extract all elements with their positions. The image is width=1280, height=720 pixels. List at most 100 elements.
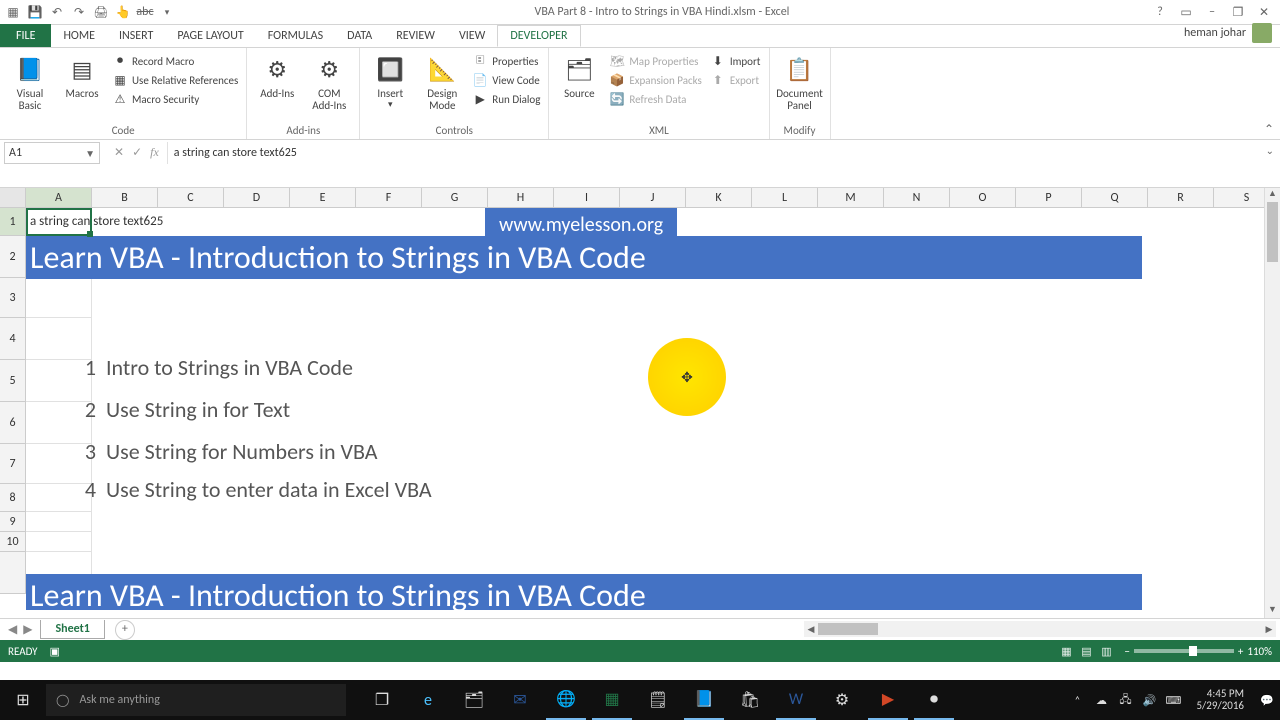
help-icon[interactable]: ? (1148, 3, 1172, 21)
col-header[interactable]: F (356, 188, 422, 208)
row-header[interactable]: 5 (0, 360, 26, 402)
onedrive-icon[interactable]: ☁ (1092, 694, 1110, 707)
addins-button[interactable]: ⚙Add-Ins (253, 50, 301, 112)
col-header[interactable]: N (884, 188, 950, 208)
col-header[interactable]: R (1148, 188, 1214, 208)
tab-review[interactable]: REVIEW (384, 25, 447, 47)
col-header[interactable]: D (224, 188, 290, 208)
col-header[interactable]: B (92, 188, 158, 208)
taskbar-search[interactable]: ◯ Ask me anything (46, 684, 346, 716)
source-button[interactable]: 🗂Source (555, 50, 603, 108)
row-header[interactable]: 8 (0, 484, 26, 512)
expansion-packs-button[interactable]: 📦Expansion Packs (607, 71, 703, 89)
view-buttons[interactable]: ▦▤▥ (1056, 645, 1116, 658)
qat-more-icon[interactable]: ▾ (158, 3, 176, 21)
tab-view[interactable]: VIEW (447, 25, 497, 47)
worksheet-grid[interactable]: A B C D E F G H I J K L M N O P Q R S 1a… (0, 188, 1280, 618)
excel-taskbar-icon[interactable]: ▦ (592, 680, 632, 720)
store-icon[interactable]: 🛍 (730, 680, 770, 720)
undo-icon[interactable]: ↶ (48, 3, 66, 21)
cancel-formula-icon[interactable]: ✕ (114, 145, 124, 160)
add-sheet-button[interactable]: + (115, 620, 135, 640)
tab-file[interactable]: FILE (0, 24, 51, 47)
import-button[interactable]: ⬇Import (708, 52, 763, 70)
macro-security-button[interactable]: ⚠Macro Security (110, 90, 240, 108)
name-box-dropdown-icon[interactable]: ▼ (85, 147, 95, 160)
account-button[interactable]: heman johar (1176, 19, 1280, 47)
scroll-right-icon[interactable]: ▶ (1262, 624, 1276, 635)
insert-button[interactable]: 🔲Insert▾ (366, 50, 414, 112)
formula-input[interactable]: a string can store text625 (167, 142, 1280, 164)
col-header[interactable]: Q (1082, 188, 1148, 208)
document-panel-button[interactable]: 📋Document Panel (776, 50, 824, 112)
notifications-icon[interactable]: 💬 (1258, 694, 1276, 707)
zoom-out-icon[interactable]: − (1124, 645, 1129, 658)
collapse-ribbon-icon[interactable]: ⌃ (1264, 122, 1274, 137)
refresh-data-button[interactable]: 🔄Refresh Data (607, 90, 703, 108)
col-header[interactable]: G (422, 188, 488, 208)
enter-formula-icon[interactable]: ✓ (132, 145, 142, 160)
name-box[interactable]: A1 ▼ (4, 142, 100, 164)
row-header[interactable]: 10 (0, 532, 26, 552)
row-header[interactable]: 3 (0, 278, 26, 318)
col-header[interactable]: H (488, 188, 554, 208)
zoom-slider[interactable] (1134, 649, 1234, 653)
col-header[interactable]: J (620, 188, 686, 208)
vbe-icon[interactable]: 📘 (684, 680, 724, 720)
row-header[interactable]: 6 (0, 402, 26, 444)
row-header[interactable]: 7 (0, 444, 26, 484)
view-code-button[interactable]: 📄View Code (470, 71, 542, 89)
scroll-left-icon[interactable]: ◀ (804, 624, 818, 635)
col-header[interactable]: L (752, 188, 818, 208)
camtasia-icon[interactable]: ⏺ (914, 680, 954, 720)
row-header[interactable]: 9 (0, 512, 26, 532)
save-icon[interactable]: 💾 (26, 3, 44, 21)
tab-home[interactable]: HOME (51, 25, 107, 47)
zoom-control[interactable]: − + 110% (1124, 645, 1272, 658)
tab-data[interactable]: DATA (335, 25, 384, 47)
sticky-icon[interactable]: 🗒 (638, 680, 678, 720)
macros-button[interactable]: ▤Macros (58, 50, 106, 112)
select-all-corner[interactable] (0, 188, 26, 208)
map-properties-button[interactable]: 🗺Map Properties (607, 52, 703, 70)
sheet-nav[interactable]: ◀▶ (0, 622, 40, 637)
col-header[interactable]: P (1016, 188, 1082, 208)
scroll-up-icon[interactable]: ▲ (1265, 188, 1280, 202)
row-header[interactable]: 4 (0, 318, 26, 360)
scroll-down-icon[interactable]: ▼ (1265, 604, 1280, 618)
visual-basic-button[interactable]: 📘Visual Basic (6, 50, 54, 112)
col-header[interactable]: A (26, 188, 92, 208)
col-header[interactable]: O (950, 188, 1016, 208)
word-icon[interactable]: W (776, 680, 816, 720)
col-header[interactable]: I (554, 188, 620, 208)
touch-icon[interactable]: 👆 (114, 3, 132, 21)
network-icon[interactable]: 🖧 (1116, 691, 1134, 710)
fx-icon[interactable]: fx (150, 145, 159, 160)
col-header[interactable]: K (686, 188, 752, 208)
redo-icon[interactable]: ↷ (70, 3, 88, 21)
row-header[interactable]: 1 (0, 208, 26, 236)
cell-a1[interactable]: a string can store text625 (26, 208, 92, 236)
taskview-icon[interactable]: ❐ (362, 680, 402, 720)
tab-formulas[interactable]: FORMULAS (256, 25, 335, 47)
expand-formula-icon[interactable]: ⌄ (1266, 144, 1274, 157)
export-button[interactable]: ⬆Export (708, 71, 763, 89)
media-icon[interactable]: ▶ (868, 680, 908, 720)
zoom-level[interactable]: 110% (1247, 645, 1272, 658)
volume-icon[interactable]: 🔊 (1140, 694, 1158, 707)
outlook-icon[interactable]: ✉ (500, 680, 540, 720)
vertical-scrollbar[interactable]: ▲ ▼ (1264, 188, 1280, 618)
edge-icon[interactable]: e (408, 680, 448, 720)
horizontal-scrollbar[interactable]: ◀ ▶ (804, 621, 1276, 637)
tab-pagelayout[interactable]: PAGE LAYOUT (165, 25, 255, 47)
scroll-thumb[interactable] (1267, 202, 1278, 262)
col-header[interactable]: M (818, 188, 884, 208)
row-header[interactable]: 2 (0, 236, 26, 278)
start-button[interactable]: ⊞ (0, 680, 46, 720)
com-addins-button[interactable]: ⚙COM Add-Ins (305, 50, 353, 112)
zoom-in-icon[interactable]: + (1238, 645, 1243, 658)
chrome-icon[interactable]: 🌐 (546, 680, 586, 720)
strike-icon[interactable]: abc (136, 3, 154, 21)
tray-up-icon[interactable]: ˄ (1068, 694, 1086, 707)
print-icon[interactable]: 🖨 (92, 3, 110, 21)
